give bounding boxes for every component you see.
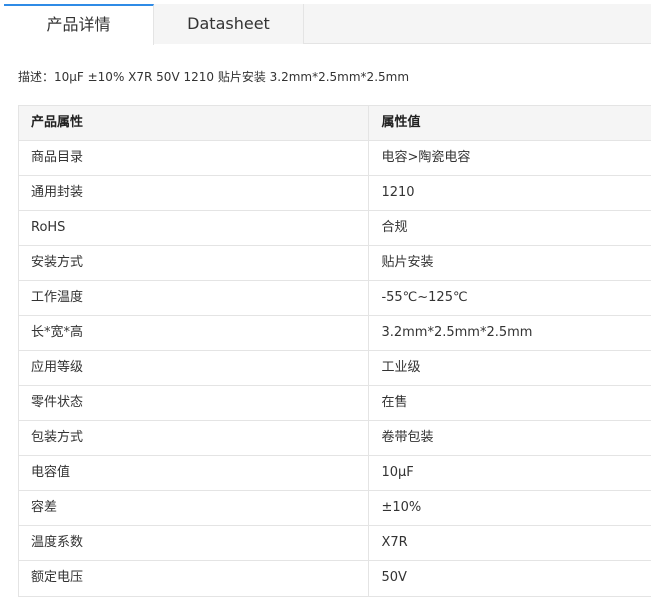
table-row: 电容值 10μF bbox=[19, 456, 651, 491]
attribute-value: 10μF bbox=[381, 465, 414, 480]
table-row: 温度系数 X7R bbox=[19, 526, 651, 561]
product-description: 描述：10μF ±10% X7R 50V 1210 贴片安装 3.2mm*2.5… bbox=[18, 70, 410, 84]
header-attribute: 产品属性 bbox=[19, 106, 370, 140]
attribute-value: 在售 bbox=[381, 395, 408, 410]
attribute-value: 3.2mm*2.5mm*2.5mm bbox=[381, 325, 533, 340]
attribute-name: 温度系数 bbox=[19, 526, 370, 560]
attribute-value: X7R bbox=[381, 535, 408, 550]
attribute-value: -55℃~125℃ bbox=[381, 290, 468, 305]
attribute-name: 商品目录 bbox=[19, 141, 370, 175]
attribute-name: 工作温度 bbox=[19, 281, 370, 315]
attribute-value: 1210 bbox=[381, 185, 415, 200]
attribute-value: 贴片安装 bbox=[381, 255, 434, 270]
table-row: 工作温度 -55℃~125℃ bbox=[19, 281, 651, 316]
table-row: 安装方式 贴片安装 bbox=[19, 246, 651, 281]
attribute-value: 电容>陶瓷电容 bbox=[381, 150, 471, 165]
attribute-value: 工业级 bbox=[381, 360, 421, 375]
attribute-name: 包装方式 bbox=[19, 421, 370, 455]
table-row: 通用封装 1210 bbox=[19, 176, 651, 211]
table-row: 零件状态 在售 bbox=[19, 386, 651, 421]
attribute-name: 长*宽*高 bbox=[19, 316, 370, 350]
table-row: 包装方式 卷带包装 bbox=[19, 421, 651, 456]
attribute-name: 额定电压 bbox=[19, 561, 370, 596]
attribute-name: 应用等级 bbox=[19, 351, 370, 385]
attribute-value: ±10% bbox=[381, 500, 422, 515]
tab-product-details[interactable]: 产品详情 bbox=[4, 4, 154, 45]
table-row: 应用等级 工业级 bbox=[19, 351, 651, 386]
table-row: 额定电压 50V bbox=[19, 561, 651, 596]
table-row: 商品目录 电容>陶瓷电容 bbox=[19, 141, 651, 176]
attribute-value: 卷带包装 bbox=[381, 430, 434, 445]
table-header-row: 产品属性 属性值 bbox=[19, 106, 651, 141]
attribute-table: 产品属性 属性值 商品目录 电容>陶瓷电容 通用封装 1210 RoHS 合规 … bbox=[18, 105, 651, 597]
tab-datasheet[interactable]: Datasheet bbox=[154, 4, 304, 44]
attribute-name: 通用封装 bbox=[19, 176, 370, 210]
tab-bar: 产品详情 Datasheet bbox=[4, 4, 651, 45]
attribute-name: 安装方式 bbox=[19, 246, 370, 280]
attribute-value: 合规 bbox=[381, 220, 408, 235]
attribute-name: 零件状态 bbox=[19, 386, 370, 420]
attribute-value: 50V bbox=[381, 570, 407, 585]
header-value: 属性值 bbox=[381, 115, 421, 130]
attribute-name: 容差 bbox=[19, 491, 370, 525]
table-row: 长*宽*高 3.2mm*2.5mm*2.5mm bbox=[19, 316, 651, 351]
attribute-name: RoHS bbox=[19, 211, 370, 245]
table-row: RoHS 合规 bbox=[19, 211, 651, 246]
attribute-name: 电容值 bbox=[19, 456, 370, 490]
table-row: 容差 ±10% bbox=[19, 491, 651, 526]
